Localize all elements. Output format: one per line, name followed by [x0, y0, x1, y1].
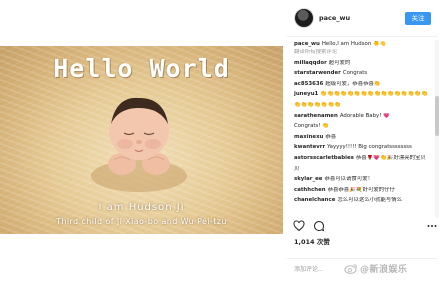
- comment-username[interactable]: kwantevrr: [294, 144, 325, 150]
- weibo-logo-icon: [344, 264, 357, 274]
- comment-text: 贝: [294, 165, 300, 172]
- comment-item: ac853636 超级可爱，恭喜恭喜👏: [294, 81, 430, 88]
- comment-item: pace_wu Hello,I am Hudson 🐥👋: [294, 41, 430, 48]
- comment-item: skylar_ee 恭喜可以请食可爱！: [294, 176, 430, 183]
- more-options-icon[interactable]: [426, 220, 438, 232]
- comment-username[interactable]: chanelchance: [294, 197, 335, 203]
- comment-text: 超可爱的: [328, 59, 351, 66]
- comment-item: chanelchance 怎么可以这么小就能写情么: [294, 197, 430, 204]
- comment-item: cathhchen 恭喜恭喜🎉💐好可爱的仔仔: [294, 187, 430, 194]
- comment-item: 翻译所有搜索评论: [294, 49, 430, 56]
- likes-count[interactable]: 1,014 次赞: [294, 236, 330, 246]
- comment-text: 超级可爱，恭喜恭喜👏: [325, 80, 381, 87]
- post-header: pace_wu 关注: [287, 6, 435, 32]
- comment-text: Yayyyy!!!!! Big congratssssssss: [327, 144, 412, 151]
- comment-item: juneyu1 👏👏👏👏👏👏👏👏👏👏👏👏👏👏👏👏: [294, 91, 430, 98]
- comment-username[interactable]: maxinexu: [294, 134, 323, 140]
- comment-item: maxinexu 恭喜: [294, 134, 430, 141]
- comment-username[interactable]: cathhchen: [294, 187, 326, 193]
- avatar[interactable]: [294, 8, 314, 28]
- comment-username[interactable]: ac853636: [294, 81, 323, 87]
- translate-link[interactable]: 翻译所有搜索评论: [294, 49, 337, 55]
- comment-username[interactable]: juneyu1: [294, 91, 318, 97]
- comment-text: 恭喜: [325, 133, 337, 140]
- comment-item: millaqqdor 超可爱的: [294, 60, 430, 67]
- comment-text: 恭喜🌹💗👏🎉好漂亮的宝贝: [355, 155, 426, 162]
- comment-item: Congrats! 👏: [294, 123, 430, 130]
- image-title: Hello World: [53, 54, 230, 83]
- comment-text: Congrats: [342, 70, 368, 77]
- add-comment-input[interactable]: 添加评论...: [294, 264, 324, 273]
- header-username[interactable]: pace_wu: [319, 14, 350, 22]
- heart-icon[interactable]: [293, 220, 305, 232]
- comment-item: sarathenamen Adorable Baby! 💗: [294, 113, 430, 120]
- action-bar: [293, 220, 437, 232]
- comment-item: starstarwender Congrats: [294, 70, 430, 77]
- comment-text: 恭喜恭喜🎉💐好可爱的仔仔: [327, 186, 395, 193]
- watermark-text: @新浪娱乐: [360, 265, 408, 275]
- post-side-panel: pace_wu 关注 pace_wu Hello,I am Hudson 🐥👋 翻译…: [287, 0, 440, 282]
- comment-username[interactable]: pace_wu: [294, 41, 320, 47]
- comment-username[interactable]: millaqqdor: [294, 60, 327, 66]
- header-divider: [287, 36, 437, 37]
- comment-item: 👏👏👏👏👏👏👏: [294, 102, 430, 109]
- comment-item: astorsscarletbabies 恭喜🌹💗👏🎉好漂亮的宝贝: [294, 155, 430, 162]
- comment-text: Congrats! 👏: [294, 123, 329, 130]
- comment-item: 贝: [294, 166, 430, 173]
- comment-username[interactable]: starstarwender: [294, 70, 341, 76]
- footer-divider: [287, 258, 437, 259]
- comment-username[interactable]: sarathenamen: [294, 113, 338, 119]
- comment-text: 恭喜可以请食可爱！: [324, 176, 373, 183]
- comment-text: 👏👏👏👏👏👏👏: [294, 102, 341, 109]
- baby-photo: [91, 97, 187, 192]
- image-caption-line1: I am Hudson Ji: [98, 202, 185, 213]
- comment-username[interactable]: skylar_ee: [294, 176, 322, 182]
- follow-button[interactable]: 关注: [405, 12, 431, 25]
- comment-username[interactable]: astorsscarletbabies: [294, 155, 354, 161]
- post-image[interactable]: Hello World I am Hudson Ji Third child o…: [0, 46, 283, 234]
- comment-list: pace_wu Hello,I am Hudson 🐥👋 翻译所有搜索评论 milla…: [294, 41, 430, 217]
- image-caption-line2: Third child of Ji Xiao-bo and Wu Pei-tzu: [56, 217, 227, 226]
- comment-text: 怎么可以这么小就能写情么: [337, 197, 403, 204]
- comment-text: 👏👏👏👏👏👏👏👏👏👏👏👏👏👏👏👏: [320, 91, 428, 98]
- scrollbar-thumb[interactable]: [435, 96, 439, 136]
- comment-text: Adorable Baby! 💗: [339, 112, 390, 119]
- comment-icon[interactable]: [313, 220, 325, 232]
- comment-item: kwantevrr Yayyyy!!!!! Big congratssssssss: [294, 144, 430, 151]
- comment-text: Hello,I am Hudson 🐥👋: [321, 41, 387, 47]
